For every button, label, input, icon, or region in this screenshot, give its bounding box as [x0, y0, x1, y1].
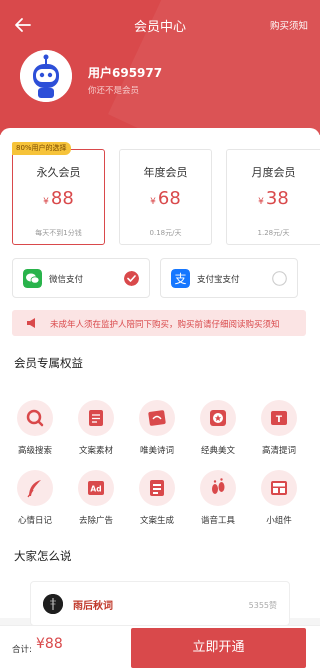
user-name: 用户695977: [88, 66, 163, 80]
search-icon: [17, 400, 53, 436]
benefit-item[interactable]: 心情日记: [10, 470, 60, 526]
benefit-label: 去除广告: [78, 516, 113, 526]
payment-option-alipay[interactable]: 支 支付宝支付: [160, 258, 298, 298]
plan-note: 1.28元/天: [257, 229, 290, 237]
reviewer-avatar: [43, 594, 63, 614]
buy-now-button[interactable]: 立即开通: [131, 628, 306, 668]
plan-price: ¥68: [150, 188, 181, 209]
payment-option-wechat[interactable]: 微信支付: [12, 258, 150, 298]
svg-text:T: T: [276, 415, 283, 425]
minor-notice: 未成年人须在监护人陪同下购买，购买前请仔细阅读购买须知: [12, 310, 306, 336]
wechat-icon: [23, 269, 42, 288]
plan-card-yearly[interactable]: 年度会员 ¥68 0.18元/天: [119, 149, 212, 245]
popular-badge: 80%用户的选择: [12, 142, 71, 155]
plan-price: ¥38: [258, 188, 289, 209]
purchase-notice-link[interactable]: 购买须知: [270, 18, 308, 32]
plan-price: ¥88: [43, 188, 74, 209]
payment-label: 微信支付: [49, 275, 84, 285]
benefit-label: 经典美文: [200, 446, 235, 456]
plan-note: 0.18元/天: [149, 229, 182, 237]
unchecked-radio-icon[interactable]: [272, 271, 287, 286]
benefit-item[interactable]: 唯美诗词: [132, 400, 182, 456]
benefit-label: 心情日记: [17, 516, 52, 526]
reviews-title: 大家怎么说: [14, 549, 72, 563]
benefit-item[interactable]: 高级搜索: [10, 400, 60, 456]
plan-note: 每天不到1分钱: [35, 229, 82, 237]
feather-icon: [17, 470, 53, 506]
benefit-label: 谐音工具: [200, 516, 235, 526]
plan-name: 永久会员: [36, 166, 81, 179]
generate-icon: [139, 470, 175, 506]
benefit-item[interactable]: 小组件: [254, 470, 304, 526]
document-icon: [78, 400, 114, 436]
footprint-icon: [200, 470, 236, 506]
benefit-label: 唯美诗词: [139, 446, 174, 456]
benefit-item[interactable]: 文案生成: [132, 470, 182, 526]
total-price: ¥88: [36, 636, 63, 652]
star-icon: [200, 400, 236, 436]
benefit-item[interactable]: 谐音工具: [193, 470, 243, 526]
checked-radio-icon[interactable]: [124, 271, 139, 286]
benefit-label: 文案素材: [78, 446, 113, 456]
alipay-icon: 支: [171, 269, 190, 288]
svg-text:支: 支: [174, 272, 186, 286]
plan-name: 月度会员: [251, 166, 296, 179]
notice-text: 未成年人须在监护人陪同下购买，购买前请仔细阅读购买须知: [50, 320, 280, 330]
benefits-title: 会员专属权益: [14, 356, 83, 370]
reviewer-name: 雨后秋词: [73, 601, 113, 612]
plan-card-monthly[interactable]: 月度会员 ¥38 1.28元/天: [226, 149, 320, 245]
svg-text:Ad: Ad: [90, 485, 101, 494]
benefit-label: 高级搜索: [17, 446, 52, 456]
megaphone-icon: [27, 318, 35, 328]
benefit-label: 小组件: [266, 516, 292, 526]
robot-avatar-icon: [20, 50, 72, 102]
total-label: 合计:: [12, 645, 32, 655]
benefit-item[interactable]: 文案素材: [71, 400, 121, 456]
review-likes: 5355赞: [248, 601, 277, 610]
widget-icon: [261, 470, 297, 506]
checkout-bar: 合计: ¥88 立即开通: [0, 625, 320, 670]
payment-label: 支付宝支付: [197, 275, 240, 285]
benefit-label: 文案生成: [139, 516, 174, 526]
ad-icon: Ad: [78, 470, 114, 506]
benefit-item[interactable]: 经典美文: [193, 400, 243, 456]
plan-card-lifetime[interactable]: 永久会员 ¥88 每天不到1分钱: [12, 149, 105, 245]
poem-icon: [139, 400, 175, 436]
plan-name: 年度会员: [143, 166, 188, 179]
avatar[interactable]: [20, 50, 72, 102]
benefit-item[interactable]: Ad 去除广告: [71, 470, 121, 526]
benefit-item[interactable]: T 高清提词: [254, 400, 304, 456]
header: 会员中心 购买须知 用户695977 你还不是会员: [0, 0, 320, 135]
review-card[interactable]: 雨后秋词 5355赞: [30, 581, 290, 626]
teleprompter-icon: T: [261, 400, 297, 436]
benefit-label: 高清提词: [261, 446, 296, 456]
membership-status: 你还不是会员: [88, 86, 140, 96]
